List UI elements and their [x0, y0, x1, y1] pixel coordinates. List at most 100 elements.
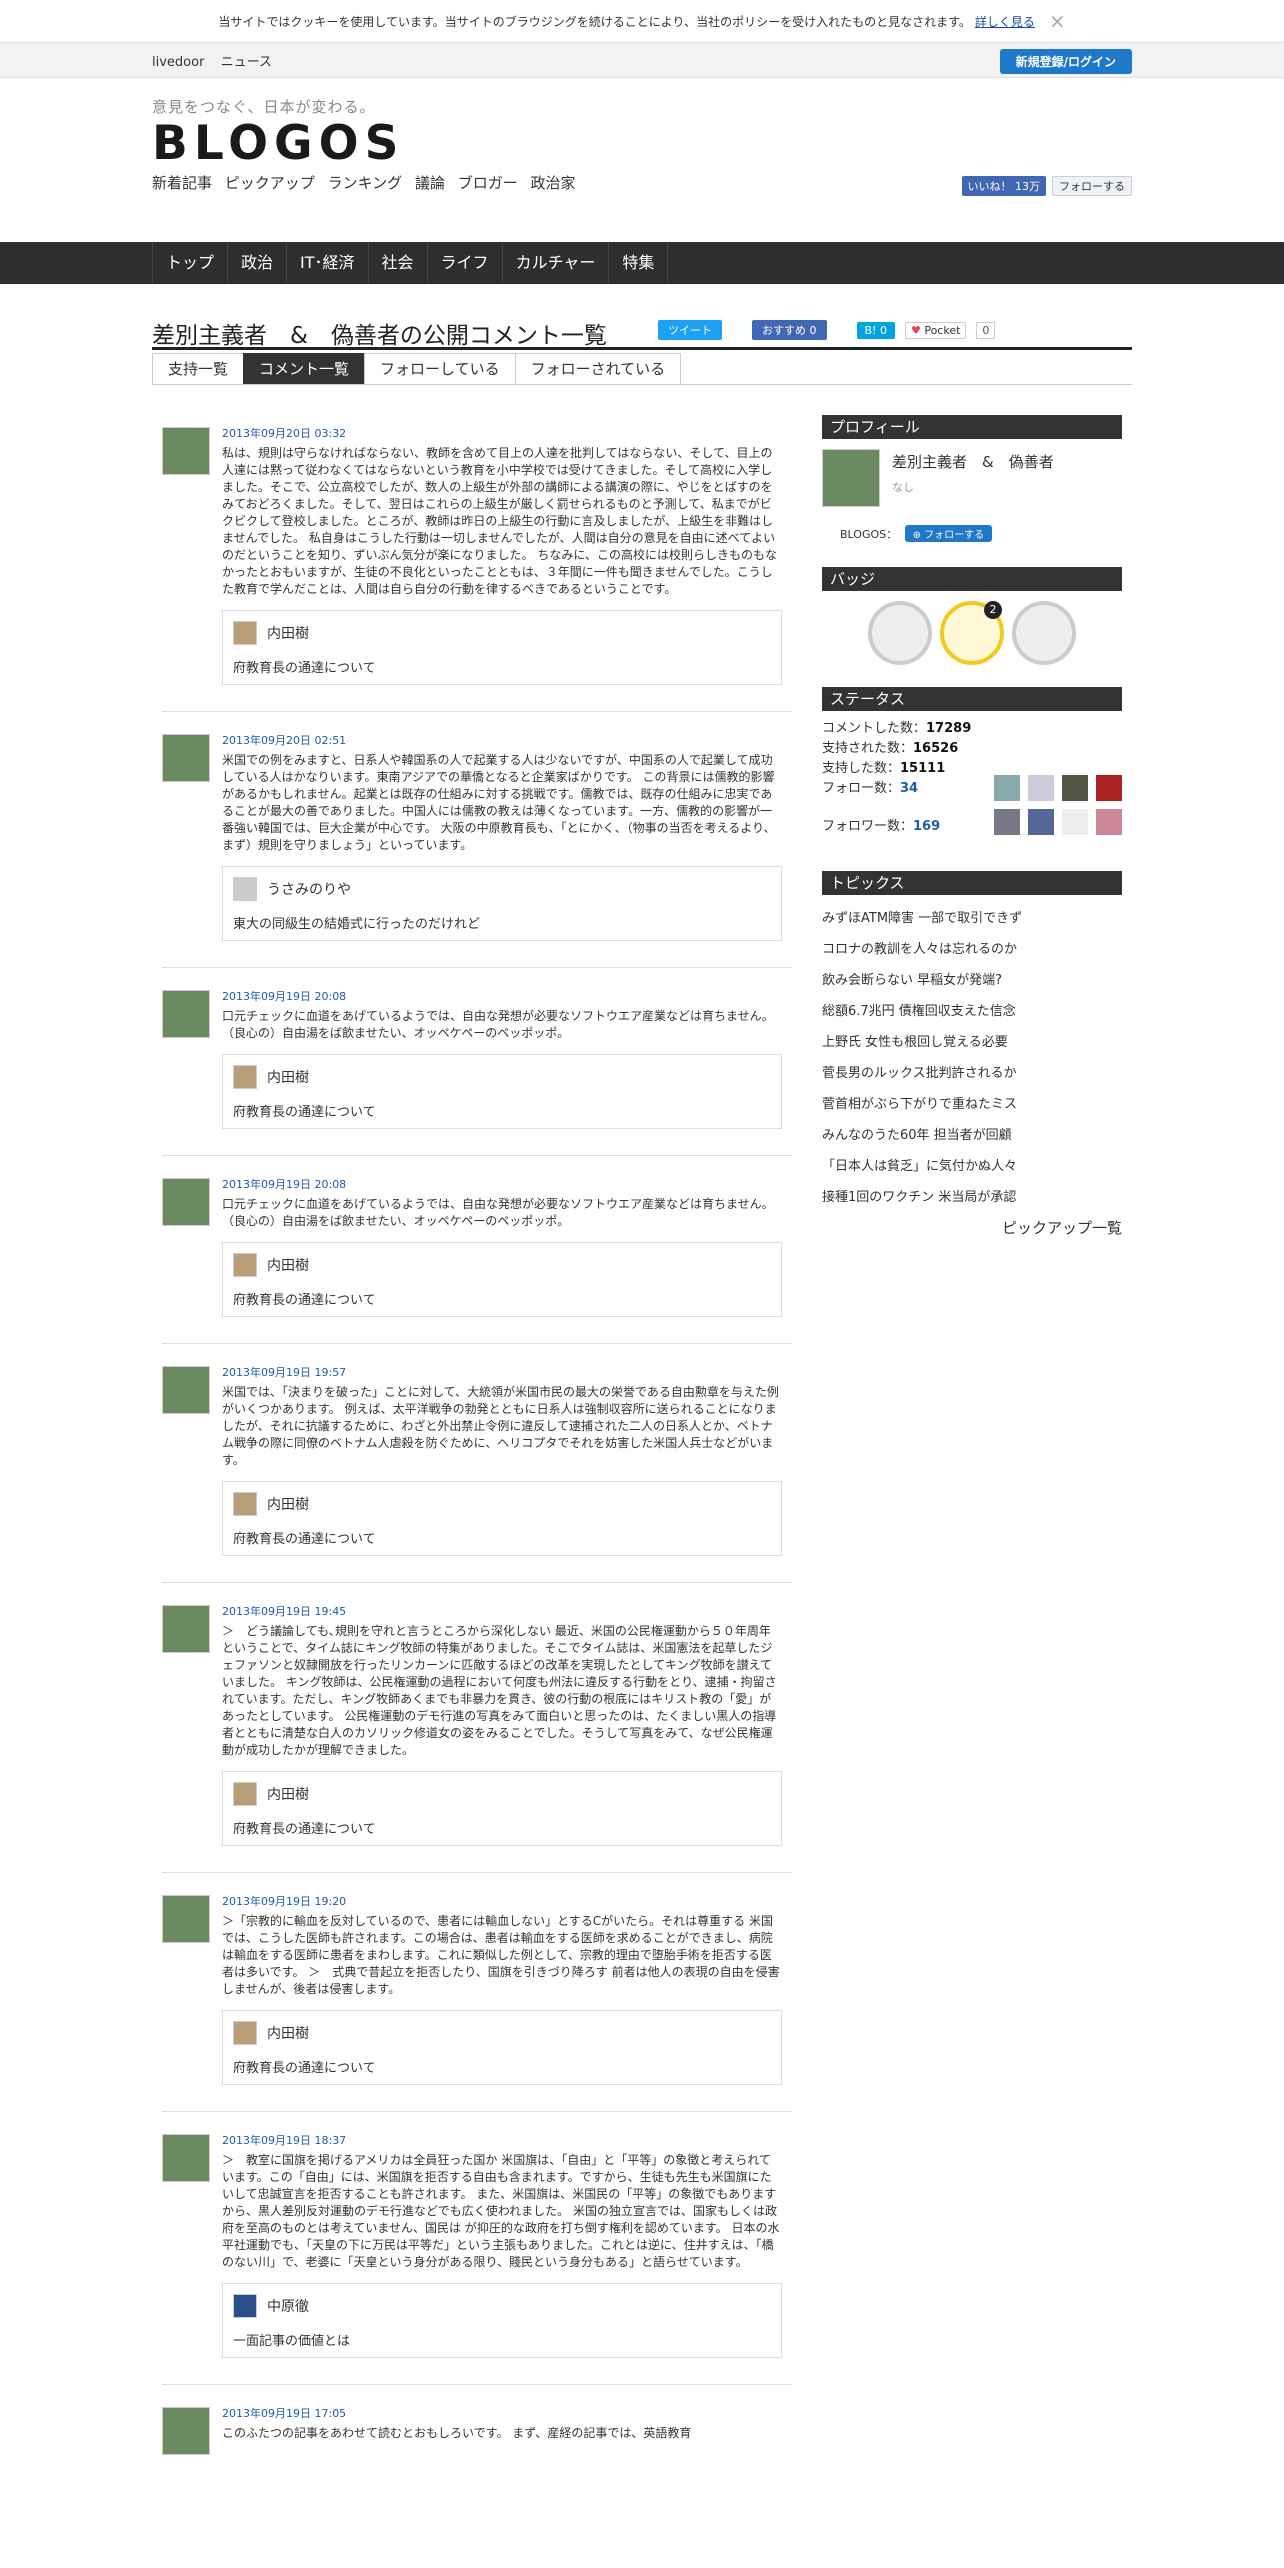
pocket-button[interactable]: ♥ Pocket [904, 321, 967, 339]
author-name[interactable]: 内田樹 [267, 1255, 309, 1275]
avatar[interactable] [162, 1605, 210, 1653]
subnav-pickup[interactable]: ピックアップ [225, 174, 315, 192]
nav-it-economy[interactable]: IT･経済 [286, 242, 368, 284]
comment-article-ref[interactable]: 内田樹 府教育長の通達について [222, 2010, 782, 2085]
avatar[interactable] [1062, 809, 1088, 835]
subnav-politician[interactable]: 政治家 [531, 174, 576, 192]
topic-link[interactable]: 上野氏 女性も根回し覚える必要 [822, 1027, 1122, 1058]
subnav-new[interactable]: 新着記事 [152, 174, 212, 192]
comment-text: ＞ 教室に国旗を掲げるアメリカは全員狂った国か 米国旗は、「自由」と「平等」の象… [222, 2153, 780, 2269]
avatar[interactable] [162, 2407, 210, 2455]
comment-date[interactable]: 2013年09月20日 02:51 [222, 732, 782, 748]
pickup-all-link[interactable]: ピックアップ一覧 [822, 1217, 1122, 1238]
tab-support-list[interactable]: 支持一覧 [152, 353, 245, 384]
author-name[interactable]: うさみのりや [267, 879, 351, 899]
topic-link[interactable]: 飲み会断らない 早稲女が発端? [822, 965, 1122, 996]
follow-button[interactable]: ⊕ フォローする [904, 525, 993, 542]
comment-date[interactable]: 2013年09月19日 18:37 [222, 2132, 782, 2148]
profile-box: プロフィール 差別主義者 & 偽善者 なし BLOGOS： ⊕ フォローする [822, 415, 1122, 545]
nav-society[interactable]: 社会 [367, 242, 427, 284]
article-title[interactable]: 府教育長の通達について [233, 1528, 771, 1547]
author-name[interactable]: 中原徹 [267, 2296, 309, 2316]
comment-text: 私は、規則は守らなければならない、教師を含めて目上の人達を批判してはならない、そ… [222, 446, 777, 596]
hatena-bookmark-button[interactable]: B! 0 [856, 321, 895, 339]
topic-link[interactable]: 接種1回のワクチン 米当局が承認 [822, 1182, 1122, 1213]
topic-link[interactable]: 菅首相がぶら下がりで重ねたミス [822, 1089, 1122, 1120]
nav-top[interactable]: トップ [152, 242, 227, 284]
topic-link[interactable]: みずほATM障害 一部で取引できず [822, 903, 1122, 934]
author-name[interactable]: 内田樹 [267, 1494, 309, 1514]
avatar[interactable] [1096, 809, 1122, 835]
badge-icon[interactable] [868, 601, 932, 665]
comment-article-ref[interactable]: 内田樹 府教育長の通達について [222, 1242, 782, 1317]
comment-article-ref[interactable]: 内田樹 府教育長の通達について [222, 1054, 782, 1129]
topic-link[interactable]: コロナの教訓を人々は忘れるのか [822, 934, 1122, 965]
author-name[interactable]: 内田樹 [267, 1067, 309, 1087]
tab-following[interactable]: フォローしている [364, 353, 516, 384]
subnav-debate[interactable]: 議論 [415, 174, 445, 192]
subnav-ranking[interactable]: ランキング [328, 174, 403, 192]
avatar[interactable] [1062, 775, 1088, 801]
avatar[interactable] [994, 809, 1020, 835]
login-button[interactable]: 新規登録/ログイン [999, 49, 1132, 74]
close-icon[interactable]: × [1049, 11, 1066, 31]
avatar[interactable] [1028, 809, 1054, 835]
nav-politics[interactable]: 政治 [227, 242, 286, 284]
article-title[interactable]: 府教育長の通達について [233, 2057, 771, 2076]
article-title[interactable]: 府教育長の通達について [233, 657, 771, 676]
facebook-like-button[interactable]: いいね！ 13万 [961, 176, 1046, 196]
avatar[interactable] [162, 734, 210, 782]
nav-feature[interactable]: 特集 [608, 242, 669, 284]
topic-link[interactable]: みんなのうた60年 担当者が回顧 [822, 1120, 1122, 1151]
nav-culture[interactable]: カルチャー [501, 242, 609, 284]
cookie-more-link[interactable]: 詳しく見る [975, 13, 1035, 30]
comment-date[interactable]: 2013年09月20日 03:32 [222, 425, 782, 441]
topic-link[interactable]: 「日本人は貧乏」に気付かぬ人々 [822, 1151, 1122, 1182]
status-box: ステータス コメントした数：17289 支持された数：16526 支持した数：1… [822, 687, 1122, 849]
comment-date[interactable]: 2013年09月19日 19:20 [222, 1893, 782, 1909]
avatar[interactable] [162, 1366, 210, 1414]
tab-comment-list[interactable]: コメント一覧 [243, 353, 366, 384]
blogos-logo[interactable]: BLOGOS [152, 116, 404, 171]
avatar[interactable] [162, 1895, 210, 1943]
avatar[interactable] [162, 990, 210, 1038]
article-title[interactable]: 府教育長の通達について [233, 1818, 771, 1837]
comment-date[interactable]: 2013年09月19日 17:05 [222, 2405, 782, 2421]
author-name[interactable]: 内田樹 [267, 2023, 309, 2043]
avatar[interactable] [1096, 775, 1122, 801]
livedoor-link[interactable]: livedoor [152, 55, 204, 70]
avatar[interactable] [162, 2134, 210, 2182]
avatar[interactable] [1028, 775, 1054, 801]
twitter-follow-button[interactable]: フォローする [1052, 176, 1132, 196]
article-title[interactable]: 東大の同級生の結婚式に行ったのだけれど [233, 913, 771, 932]
author-name[interactable]: 内田樹 [267, 1784, 309, 1804]
tweet-button[interactable]: ツイート [658, 320, 722, 340]
avatar[interactable] [162, 1178, 210, 1226]
article-title[interactable]: 一面記事の価値とは [233, 2330, 771, 2349]
topic-link[interactable]: 総額6.7兆円 債権回収支えた信念 [822, 996, 1122, 1027]
nav-life[interactable]: ライフ [426, 242, 502, 284]
comment-date[interactable]: 2013年09月19日 20:08 [222, 1176, 782, 1192]
comment-date[interactable]: 2013年09月19日 20:08 [222, 988, 782, 1004]
comment-article-ref[interactable]: うさみのりや 東大の同級生の結婚式に行ったのだけれど [222, 866, 782, 941]
badge-icon[interactable]: 2 [940, 601, 1004, 665]
page-header: 差別主義者 & 偽善者の公開コメント一覧 ツイート おすすめ 0 B! 0 ♥ … [152, 316, 1132, 350]
comment-article-ref[interactable]: 内田樹 府教育長の通達について [222, 610, 782, 685]
comment-article-ref[interactable]: 内田樹 府教育長の通達について [222, 1481, 782, 1556]
facebook-recommend-button[interactable]: おすすめ 0 [752, 320, 827, 340]
comment-article-ref[interactable]: 中原徹 一面記事の価値とは [222, 2283, 782, 2358]
author-name[interactable]: 内田樹 [267, 623, 309, 643]
badge-icon[interactable] [1012, 601, 1076, 665]
tab-followers[interactable]: フォローされている [514, 353, 682, 384]
avatar[interactable] [994, 775, 1020, 801]
comment-date[interactable]: 2013年09月19日 19:57 [222, 1364, 782, 1380]
article-title[interactable]: 府教育長の通達について [233, 1289, 771, 1308]
news-link[interactable]: ニュース [221, 55, 272, 70]
subnav-blogger[interactable]: ブロガー [458, 174, 518, 192]
avatar[interactable] [162, 427, 210, 475]
comment-date[interactable]: 2013年09月19日 19:45 [222, 1603, 782, 1619]
top-bar: livedoor ニュース 新規登録/ログイン [0, 42, 1284, 78]
article-title[interactable]: 府教育長の通達について [233, 1101, 771, 1120]
comment-article-ref[interactable]: 内田樹 府教育長の通達について [222, 1771, 782, 1846]
topic-link[interactable]: 菅長男のルックス批判許されるか [822, 1058, 1122, 1089]
